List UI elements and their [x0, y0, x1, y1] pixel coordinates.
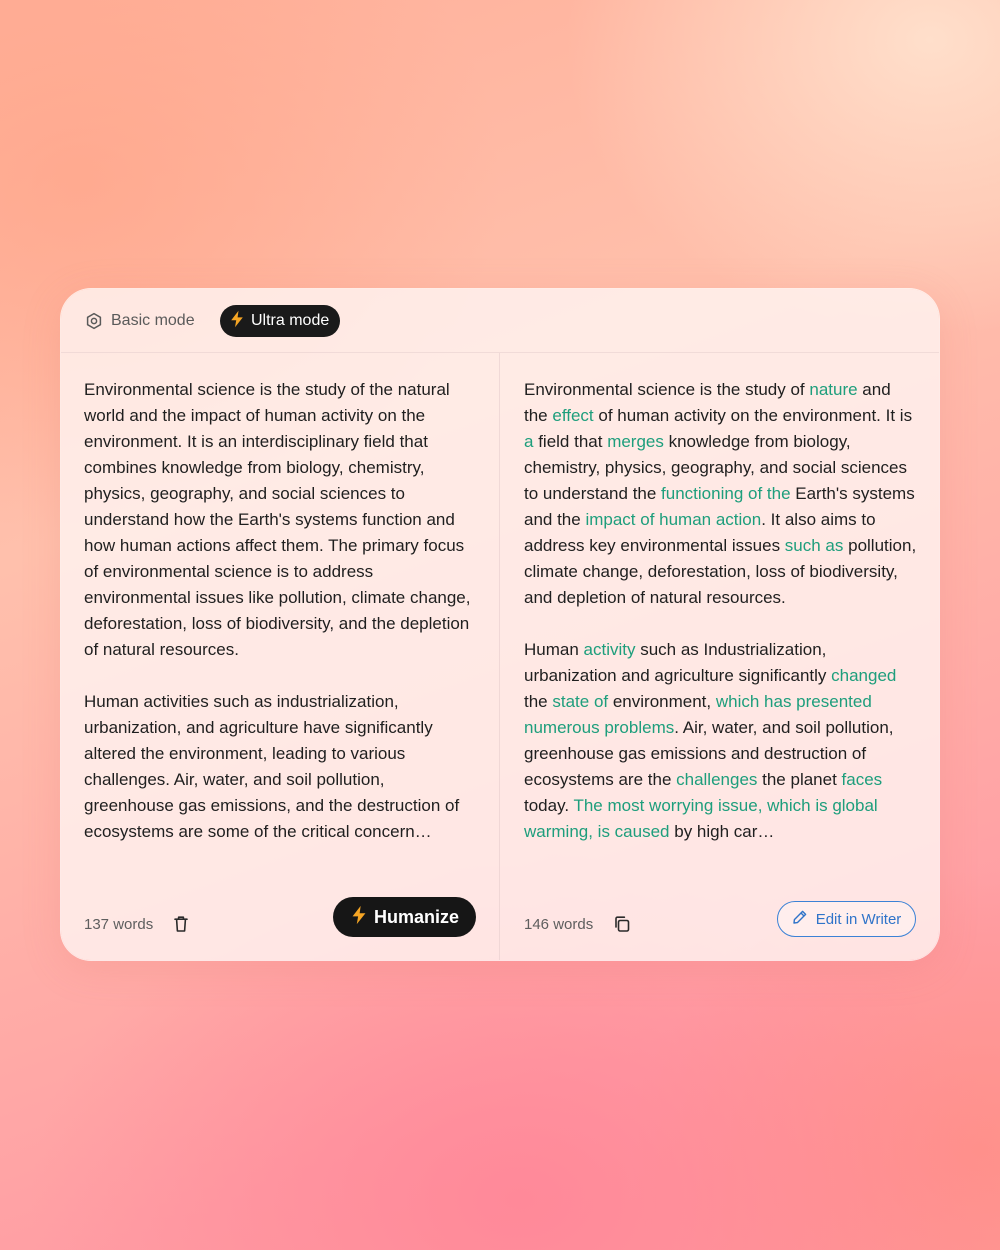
output-paragraph: Human activity such as Industrialization…: [524, 637, 919, 845]
text-segment: Human: [524, 640, 584, 659]
changed-text-segment: such as: [784, 536, 844, 555]
input-paragraph: Human activities such as industrializati…: [84, 692, 460, 841]
text-segment: the planet: [757, 770, 842, 789]
input-word-count: 137 words: [84, 916, 154, 933]
text-segment: field that: [533, 432, 608, 451]
input-paragraph: Environmental science is the study of th…: [84, 380, 471, 659]
changed-text-segment: faces: [841, 770, 883, 789]
pencil-icon: [792, 909, 808, 929]
lightning-bolt-icon: [229, 310, 245, 333]
changed-text-segment: impact of human action: [585, 510, 762, 529]
copy-output-button[interactable]: [612, 915, 632, 938]
clear-text-button[interactable]: [171, 915, 191, 938]
changed-text-segment: changed: [831, 666, 897, 685]
lightning-bolt-icon: [350, 905, 368, 930]
output-word-count: 146 words: [524, 916, 594, 933]
trash-icon: [173, 915, 189, 938]
basic-mode-tab[interactable]: Basic mode: [85, 307, 195, 335]
changed-text-segment: state of: [552, 692, 609, 711]
text-segment: the: [524, 692, 553, 711]
changed-text-segment: nature: [809, 380, 858, 399]
input-text-area[interactable]: Environmental science is the study of th…: [84, 377, 479, 871]
changed-text-segment: functioning of the: [661, 484, 791, 503]
pane-divider: [499, 353, 500, 960]
edit-in-writer-label: Edit in Writer: [815, 910, 902, 928]
text-segment: Environmental science is the study of: [524, 380, 810, 399]
output-text-area: Environmental science is the study of na…: [524, 377, 919, 871]
text-segment: by high car…: [669, 822, 775, 841]
text-segment: environment,: [608, 692, 716, 711]
changed-text-segment: activity: [583, 640, 636, 659]
changed-text-segment: challenges: [676, 770, 758, 789]
copy-icon: [613, 915, 631, 938]
ultra-mode-label: Ultra mode: [251, 312, 330, 329]
ultra-mode-tab[interactable]: Ultra mode: [220, 305, 341, 337]
hexagon-gear-icon: [85, 312, 103, 330]
humanize-button[interactable]: Humanize: [333, 897, 476, 937]
output-paragraph: Environmental science is the study of na…: [524, 377, 919, 611]
changed-text-segment: effect: [552, 406, 594, 425]
basic-mode-label: Basic mode: [111, 312, 195, 329]
text-segment: of human activity on the environment. It…: [593, 406, 913, 425]
changed-text-segment: merges: [607, 432, 664, 451]
humanize-label: Humanize: [373, 906, 460, 927]
mode-bar: Basic mode Ultra mode: [61, 289, 939, 353]
humanizer-card: Basic mode Ultra mode Environmental scie…: [61, 289, 939, 960]
edit-in-writer-button[interactable]: Edit in Writer: [777, 901, 916, 937]
text-segment: today.: [524, 796, 574, 815]
